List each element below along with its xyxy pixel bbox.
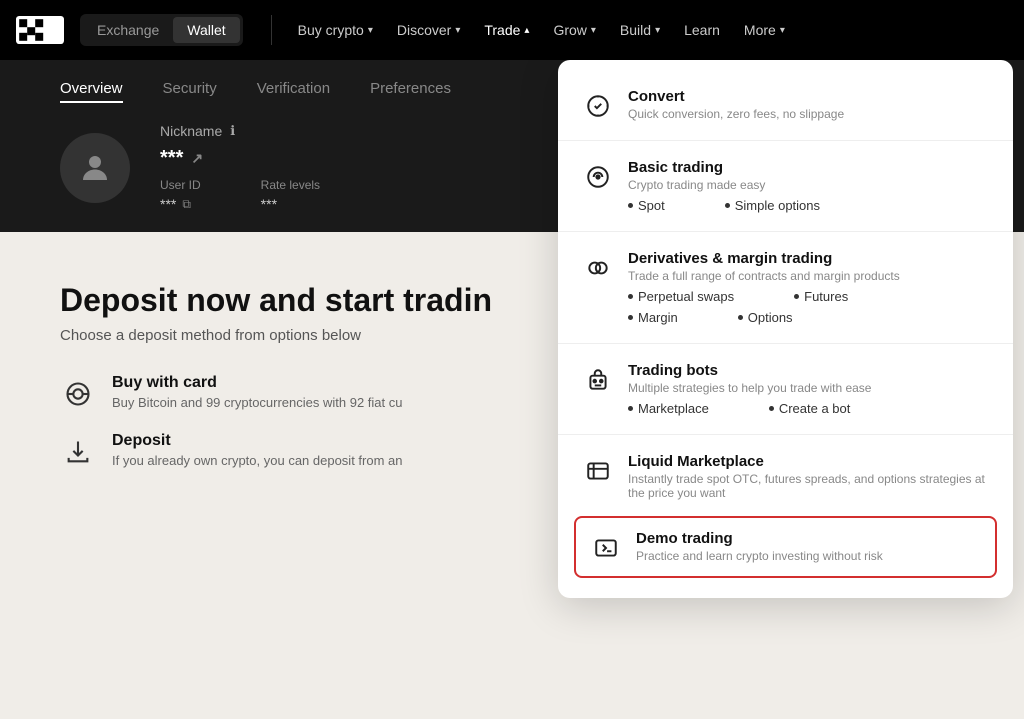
liquid-desc: Instantly trade spot OTC, futures spread…: [628, 472, 989, 500]
buy-card-desc: Buy Bitcoin and 99 cryptocurrencies with…: [112, 395, 402, 410]
divider-2: [558, 231, 1013, 232]
nav-divider: [271, 15, 272, 45]
derivatives-icon: [582, 252, 614, 284]
sub-futures[interactable]: Futures: [794, 289, 848, 304]
tab-preferences[interactable]: Preferences: [370, 80, 451, 103]
liquid-title: Liquid Marketplace: [628, 453, 989, 470]
copy-icon[interactable]: ⧉: [182, 197, 191, 212]
chevron-down-icon: ▾: [655, 25, 660, 36]
rate-levels-label: Rate levels: [261, 178, 320, 192]
navbar: Exchange Wallet Buy crypto ▾ Discover ▾ …: [0, 0, 1024, 60]
tab-overview[interactable]: Overview: [60, 80, 123, 103]
nav-grow[interactable]: Grow ▾: [543, 14, 605, 46]
dropdown-convert[interactable]: Convert Quick conversion, zero fees, no …: [558, 76, 1013, 134]
trading-bots-title: Trading bots: [628, 362, 989, 379]
user-id-field: User ID *** ⧉: [160, 178, 201, 212]
derivatives-sub-1: Perpetual swaps Futures: [628, 283, 989, 304]
nav-discover[interactable]: Discover ▾: [387, 14, 471, 46]
profile-info: Nickname ℹ *** ↗ User ID *** ⧉ Rate leve…: [160, 123, 320, 212]
trading-bots-icon: [582, 364, 614, 396]
demo-trading-desc: Practice and learn crypto investing with…: [636, 549, 981, 563]
deposit-text: Deposit If you already own crypto, you c…: [112, 432, 403, 468]
basic-trading-sub: Spot Simple options: [628, 192, 989, 213]
basic-trading-title: Basic trading: [628, 159, 989, 176]
buy-card-icon: [60, 376, 96, 412]
convert-desc: Quick conversion, zero fees, no slippage: [628, 107, 989, 121]
demo-trading-title: Demo trading: [636, 530, 981, 547]
sub-create-bot[interactable]: Create a bot: [769, 401, 851, 416]
sub-marketplace[interactable]: Marketplace: [628, 401, 709, 416]
nickname-value: ***: [160, 147, 183, 170]
convert-content: Convert Quick conversion, zero fees, no …: [628, 88, 989, 121]
sub-spot[interactable]: Spot: [628, 198, 665, 213]
user-id-section: User ID *** ⧉ Rate levels ***: [160, 178, 320, 212]
convert-icon: [582, 90, 614, 122]
trading-bots-desc: Multiple strategies to help you trade wi…: [628, 381, 989, 395]
sub-perpetual[interactable]: Perpetual swaps: [628, 289, 734, 304]
derivatives-title: Derivatives & margin trading: [628, 250, 989, 267]
derivatives-sub-2: Margin Options: [628, 304, 989, 325]
dropdown-trading-bots[interactable]: Trading bots Multiple strategies to help…: [558, 350, 1013, 428]
okx-logo[interactable]: [16, 16, 64, 44]
basic-trading-content: Basic trading Crypto trading made easy S…: [628, 159, 989, 213]
edit-icon[interactable]: ↗: [191, 150, 203, 167]
chevron-down-icon: ▾: [455, 25, 460, 36]
nav-build[interactable]: Build ▾: [610, 14, 670, 46]
deposit-desc: If you already own crypto, you can depos…: [112, 453, 403, 468]
divider-1: [558, 140, 1013, 141]
derivatives-desc: Trade a full range of contracts and marg…: [628, 269, 989, 283]
dropdown-derivatives[interactable]: Derivatives & margin trading Trade a ful…: [558, 238, 1013, 337]
derivatives-content: Derivatives & margin trading Trade a ful…: [628, 250, 989, 325]
demo-trading-content: Demo trading Practice and learn crypto i…: [636, 530, 981, 563]
basic-trading-desc: Crypto trading made easy: [628, 178, 989, 192]
nav-more[interactable]: More ▾: [734, 14, 795, 46]
liquid-icon: [582, 455, 614, 487]
tab-verification[interactable]: Verification: [257, 80, 330, 103]
user-id-val-row: *** ⧉: [160, 196, 201, 212]
rate-levels-field: Rate levels ***: [261, 178, 320, 212]
nickname-label: Nickname: [160, 123, 222, 139]
trading-bots-content: Trading bots Multiple strategies to help…: [628, 362, 989, 416]
sub-margin[interactable]: Margin: [628, 310, 678, 325]
basic-trading-icon: [582, 161, 614, 193]
divider-4: [558, 434, 1013, 435]
chevron-down-icon: ▾: [780, 25, 785, 36]
nav-buy-crypto[interactable]: Buy crypto ▾: [288, 14, 383, 46]
buy-card-title: Buy with card: [112, 374, 402, 392]
demo-trading-icon: [590, 532, 622, 564]
sub-simple-options[interactable]: Simple options: [725, 198, 820, 213]
sub-options[interactable]: Options: [738, 310, 793, 325]
rate-levels-val-row: ***: [261, 196, 320, 212]
exchange-wallet-toggle: Exchange Wallet: [80, 14, 243, 46]
nav-learn[interactable]: Learn: [674, 14, 730, 46]
exchange-button[interactable]: Exchange: [83, 17, 173, 43]
wallet-button[interactable]: Wallet: [173, 17, 239, 43]
convert-title: Convert: [628, 88, 989, 105]
tab-security[interactable]: Security: [163, 80, 217, 103]
dropdown-basic-trading[interactable]: Basic trading Crypto trading made easy S…: [558, 147, 1013, 225]
rate-levels-value: ***: [261, 196, 277, 212]
dropdown-liquid[interactable]: Liquid Marketplace Instantly trade spot …: [558, 441, 1013, 512]
chevron-down-icon: ▾: [368, 25, 373, 36]
nickname-row: Nickname ℹ: [160, 123, 320, 139]
liquid-content: Liquid Marketplace Instantly trade spot …: [628, 453, 989, 500]
nav-trade[interactable]: Trade ▴: [474, 14, 539, 46]
avatar: [60, 133, 130, 203]
divider-3: [558, 343, 1013, 344]
info-icon: ℹ: [230, 123, 235, 139]
dropdown-demo-trading[interactable]: Demo trading Practice and learn crypto i…: [574, 516, 997, 578]
trade-dropdown: Convert Quick conversion, zero fees, no …: [558, 60, 1013, 598]
user-id-label: User ID: [160, 178, 201, 192]
nickname-value-row: *** ↗: [160, 147, 320, 170]
chevron-down-icon: ▾: [591, 25, 596, 36]
deposit-icon: [60, 434, 96, 470]
nav-items: Buy crypto ▾ Discover ▾ Trade ▴ Grow ▾ B…: [288, 14, 1008, 46]
chevron-up-icon: ▴: [524, 25, 529, 36]
deposit-title: Deposit: [112, 432, 403, 450]
user-id-value: ***: [160, 196, 176, 212]
buy-card-text: Buy with card Buy Bitcoin and 99 cryptoc…: [112, 374, 402, 410]
trading-bots-sub: Marketplace Create a bot: [628, 395, 989, 416]
